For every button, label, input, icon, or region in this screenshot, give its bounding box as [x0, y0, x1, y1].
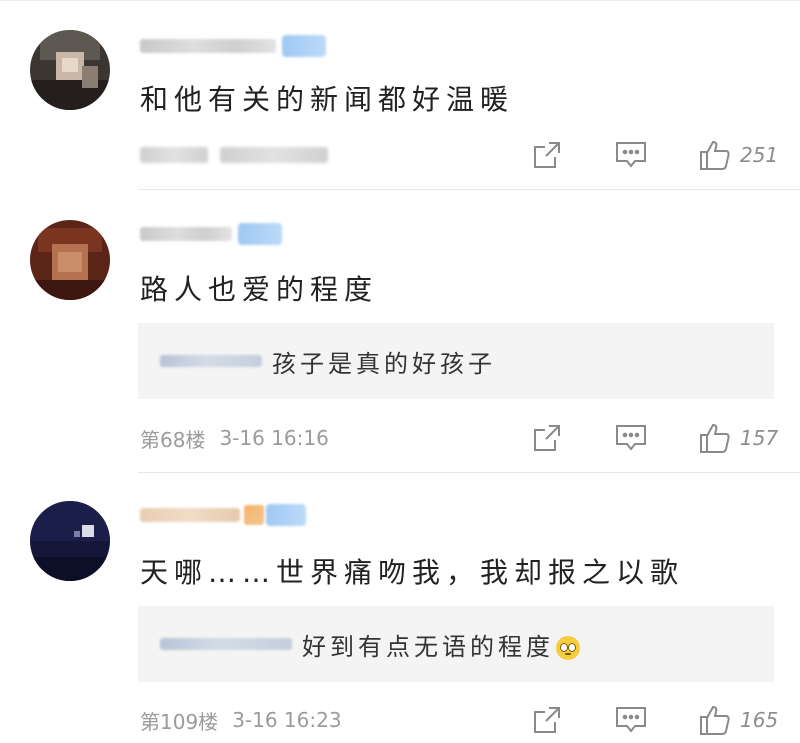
- like-icon: [698, 421, 732, 455]
- like-count: 157: [740, 426, 779, 450]
- avatar[interactable]: [30, 220, 110, 300]
- reply-username-masked: [160, 638, 292, 650]
- timestamp: 3-16 16:23: [232, 708, 342, 732]
- reply-preview[interactable]: 孩子是真的好孩子: [138, 323, 774, 399]
- username-masked[interactable]: [140, 503, 306, 527]
- comment-meta: [140, 140, 328, 170]
- like-icon: [698, 703, 732, 737]
- reply-username-masked: [160, 355, 262, 367]
- avatar[interactable]: [30, 501, 110, 581]
- comment-item: 和他有关的新闻都好温暖 251: [0, 0, 800, 190]
- share-icon[interactable]: [530, 703, 564, 737]
- share-icon[interactable]: [530, 421, 564, 455]
- like-button[interactable]: 157: [698, 421, 780, 455]
- like-button[interactable]: 165: [698, 703, 780, 737]
- reply-text: 孩子是真的好孩子: [272, 349, 496, 378]
- reply-preview[interactable]: 好到有点无语的程度: [138, 606, 774, 682]
- comment-actions: 165: [530, 700, 780, 740]
- floor-number: 第109楼: [140, 709, 219, 734]
- reply-text: 好到有点无语的程度: [302, 627, 580, 662]
- comment-text: 路人也爱的程度: [140, 273, 379, 306]
- username-masked[interactable]: [140, 222, 282, 246]
- share-icon[interactable]: [530, 138, 564, 172]
- comment-item: 天哪……世界痛吻我，我却报之以歌 好到有点无语的程度 第109楼 3-16 16…: [0, 473, 800, 743]
- reply-icon[interactable]: [614, 421, 648, 455]
- username-masked[interactable]: [140, 34, 326, 58]
- like-icon: [698, 138, 732, 172]
- like-button[interactable]: 251: [698, 138, 780, 172]
- reply-icon[interactable]: [614, 138, 648, 172]
- comment-meta: 第109楼 3-16 16:23: [140, 705, 342, 735]
- floor-number: 第68楼: [140, 427, 206, 452]
- like-count: 165: [740, 708, 779, 732]
- like-count: 251: [740, 143, 779, 167]
- comment-meta: 第68楼 3-16 16:16: [140, 423, 329, 453]
- timestamp: 3-16 16:16: [219, 426, 329, 450]
- reply-icon[interactable]: [614, 703, 648, 737]
- comment-actions: 157: [530, 418, 780, 458]
- rolling-eyes-emoji: [556, 635, 580, 660]
- comment-text: 天哪……世界痛吻我，我却报之以歌: [140, 556, 685, 589]
- avatar[interactable]: [30, 30, 110, 110]
- comment-text: 和他有关的新闻都好温暖: [140, 83, 515, 116]
- comment-actions: 251: [530, 135, 780, 175]
- comment-item: 路人也爱的程度 孩子是真的好孩子 第68楼 3-16 16:16 157: [0, 190, 800, 473]
- comment-list: 和他有关的新闻都好温暖 251 路人也爱的程度 孩子是真的好孩子 第68楼 3-…: [0, 0, 800, 743]
